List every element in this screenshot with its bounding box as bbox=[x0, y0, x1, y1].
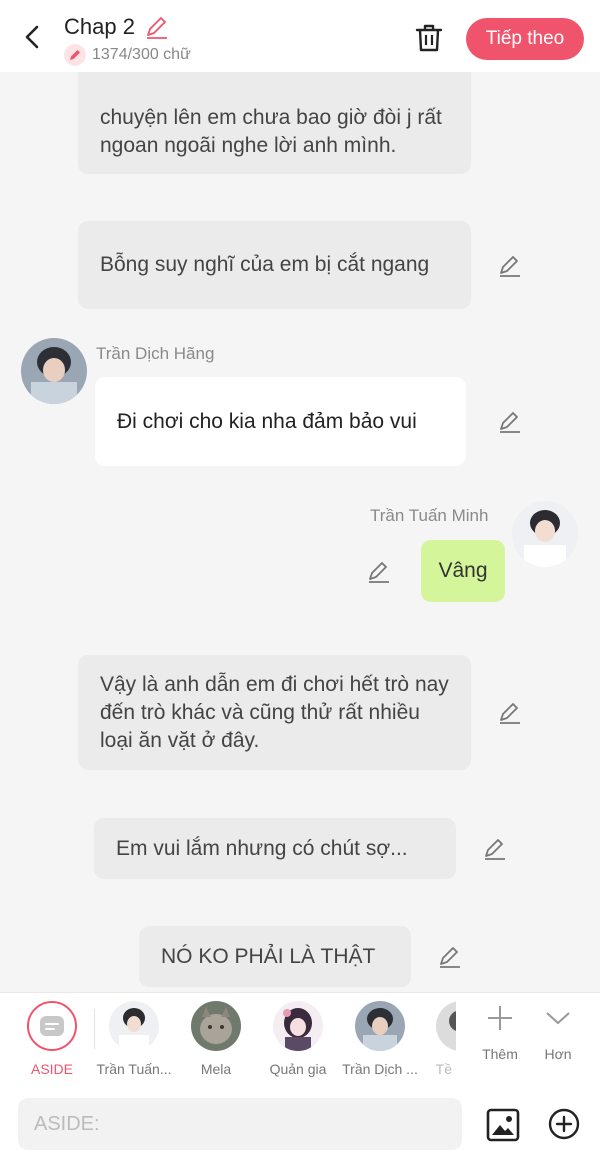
edit-message-icon[interactable] bbox=[365, 559, 391, 585]
edit-message-icon[interactable] bbox=[496, 253, 522, 279]
chat-area[interactable]: chuyện lên em chưa bao giờ đòi j rất ngo… bbox=[0, 72, 600, 992]
aside-label: ASIDE bbox=[30, 1061, 73, 1077]
character-avatar bbox=[355, 1001, 405, 1051]
edit-message-icon[interactable] bbox=[496, 700, 522, 726]
expand-button[interactable]: Hơn bbox=[528, 1003, 588, 1062]
word-count-text: 1374/300 chữ bbox=[92, 46, 191, 63]
character-avatar bbox=[273, 1001, 323, 1051]
plus-icon bbox=[488, 1006, 512, 1030]
self-message-bubble[interactable]: Vâng bbox=[421, 540, 505, 602]
add-circle-icon[interactable] bbox=[548, 1108, 580, 1140]
message-text: chuyện lên em chưa bao giờ đòi j rất ngo… bbox=[100, 106, 442, 157]
character-chip[interactable]: Quản gia bbox=[256, 1001, 340, 1077]
chapter-title[interactable]: Chap 2 bbox=[64, 14, 135, 40]
character-label: Quản gia bbox=[269, 1061, 327, 1077]
edit-message-icon[interactable] bbox=[496, 409, 522, 435]
character-chip[interactable]: Trần Dịch ... bbox=[338, 1001, 422, 1077]
message-text: NÓ KO PHẢI LÀ THẬT bbox=[161, 944, 376, 968]
message-text: Vâng bbox=[438, 559, 488, 582]
character-label: Mela bbox=[200, 1061, 232, 1077]
message-text: Bỗng suy nghĩ của em bị cắt ngang bbox=[100, 253, 430, 276]
character-avatar[interactable] bbox=[512, 501, 578, 567]
character-selector: ASIDE Trần Tuấn... Mela Quản gia Trần Dị… bbox=[0, 992, 600, 1086]
message-bubble[interactable]: Đi chơi cho kia nha đảm bảo vui bbox=[95, 377, 466, 466]
character-label: Tề bbox=[435, 1061, 452, 1077]
narration-bubble[interactable]: Em vui lắm nhưng có chút sợ... bbox=[94, 818, 456, 879]
narration-bubble[interactable]: Vậy là anh dẫn em đi chơi hết trò nay đế… bbox=[78, 655, 471, 770]
message-text: Đi chơi cho kia nha đảm bảo vui bbox=[117, 409, 417, 433]
narration-bubble[interactable]: chuyện lên em chưa bao giờ đòi j rất ngo… bbox=[78, 72, 471, 174]
image-icon[interactable] bbox=[486, 1108, 520, 1142]
add-character-button[interactable]: Thêm bbox=[470, 1003, 530, 1062]
character-avatar bbox=[191, 1001, 241, 1051]
character-avatar bbox=[109, 1001, 159, 1051]
character-name: Trần Tuấn Minh bbox=[370, 506, 489, 525]
narration-bubble[interactable]: Bỗng suy nghĩ của em bị cắt ngang bbox=[78, 221, 471, 309]
character-chip[interactable]: Trần Tuấn... bbox=[92, 1001, 176, 1077]
character-label: Trần Dịch ... bbox=[342, 1061, 418, 1077]
edit-message-icon[interactable] bbox=[436, 944, 462, 970]
character-avatar[interactable] bbox=[21, 338, 87, 404]
composer bbox=[0, 1086, 600, 1164]
next-button[interactable]: Tiếp theo bbox=[466, 18, 584, 60]
edit-message-icon[interactable] bbox=[481, 836, 507, 862]
top-bar: Chap 2 1374/300 chữ Tiếp theo bbox=[0, 0, 600, 72]
message-text: Em vui lắm nhưng có chút sợ... bbox=[116, 836, 408, 860]
aside-input[interactable] bbox=[18, 1098, 462, 1150]
character-name: Trần Dịch Hãng bbox=[96, 344, 215, 363]
character-label: Trần Tuấn... bbox=[96, 1061, 172, 1077]
add-character-label: Thêm bbox=[482, 1046, 518, 1062]
aside-selector[interactable]: ASIDE bbox=[10, 1001, 94, 1077]
character-chip[interactable]: Tề bbox=[420, 1001, 456, 1077]
expand-label: Hơn bbox=[544, 1046, 572, 1062]
back-arrow-icon[interactable] bbox=[18, 22, 48, 52]
edit-title-icon[interactable] bbox=[143, 14, 169, 40]
chevron-down-icon bbox=[546, 1012, 570, 1025]
trash-icon[interactable] bbox=[414, 22, 444, 54]
narration-bubble[interactable]: NÓ KO PHẢI LÀ THẬT bbox=[139, 926, 411, 987]
pencil-icon bbox=[64, 44, 86, 66]
word-count: 1374/300 chữ bbox=[64, 44, 191, 66]
message-text: Vậy là anh dẫn em đi chơi hết trò nay đế… bbox=[100, 672, 449, 752]
aside-icon bbox=[27, 1001, 77, 1051]
character-avatar bbox=[436, 1001, 456, 1051]
character-chip[interactable]: Mela bbox=[174, 1001, 258, 1077]
